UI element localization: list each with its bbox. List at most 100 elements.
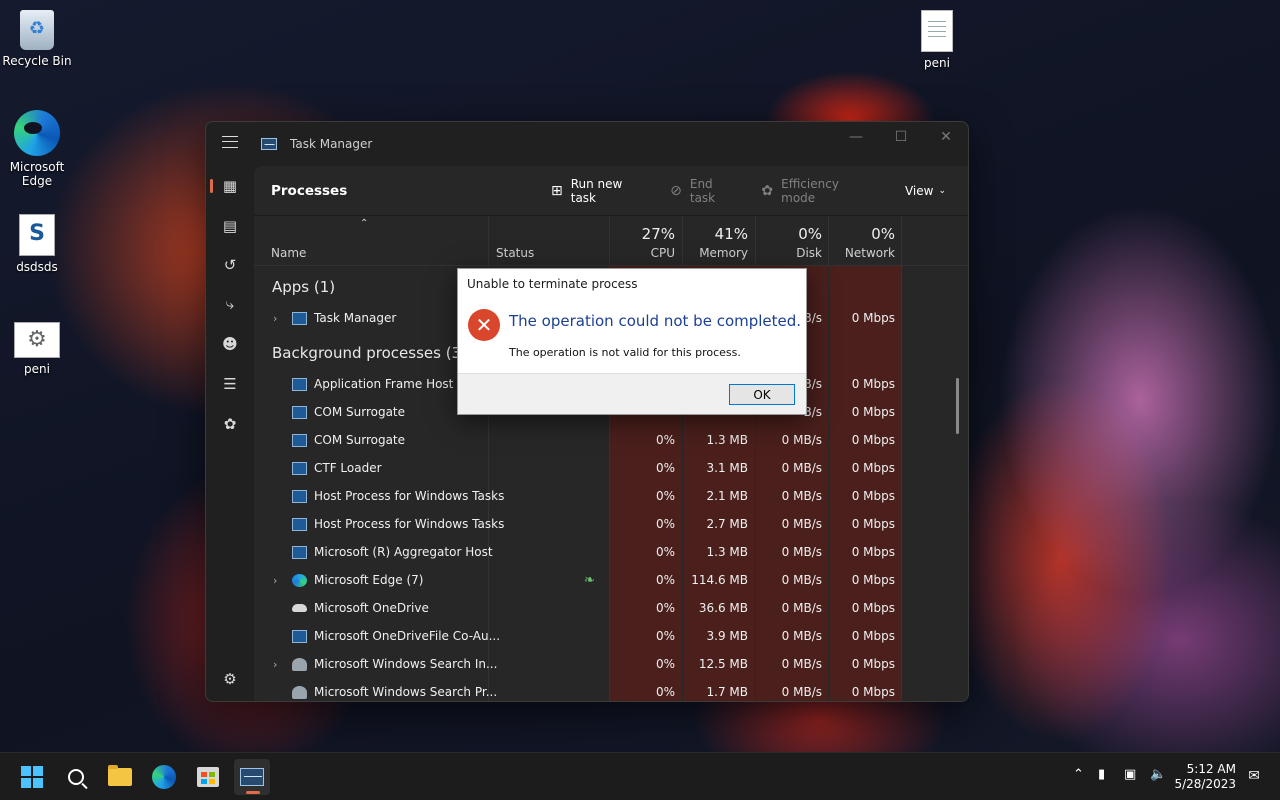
dialog-message: The operation is not valid for this proc…	[509, 346, 741, 359]
run-new-task-label: Run new task	[570, 176, 623, 205]
sort-arrow-icon: ⌃	[360, 218, 369, 229]
ok-button[interactable]: OK	[729, 384, 795, 405]
tray-app-icon[interactable]: ▮	[1098, 767, 1105, 782]
cpu-cell: 0%	[655, 545, 675, 559]
notification-icon[interactable]: ✉	[1248, 768, 1260, 784]
process-icon	[292, 489, 307, 503]
view-menu-button[interactable]: View ⌄	[905, 184, 946, 198]
network-icon[interactable]: ▣	[1124, 767, 1136, 782]
process-name: CTF Loader	[314, 461, 382, 475]
disk-total-percent: 0%	[798, 225, 822, 243]
minimize-button[interactable]: —	[833, 122, 879, 152]
column-header-network[interactable]: Network	[845, 246, 895, 260]
close-button[interactable]: ✕	[923, 122, 968, 152]
end-task-button[interactable]: ⊘ End task	[670, 177, 739, 205]
group-header-background: Background processes (30)	[272, 344, 477, 362]
table-row[interactable]: Host Process for Windows Tasks 0% 2.1 MB 0 …	[254, 482, 968, 510]
task-manager-icon	[261, 138, 277, 150]
column-header-status[interactable]: Status	[496, 246, 534, 260]
file-explorer-button[interactable]	[102, 759, 138, 795]
nav-details-icon[interactable]: ☰	[214, 368, 246, 400]
clock-date: 5/28/2023	[1174, 777, 1236, 791]
cpu-cell: 0%	[655, 573, 675, 587]
column-header-memory[interactable]: Memory	[699, 246, 748, 260]
cpu-cell: 0%	[655, 461, 675, 475]
nav-startup-apps-icon[interactable]: ⤷	[214, 288, 246, 320]
process-name: COM Surrogate	[314, 433, 406, 447]
process-name: Microsoft OneDrive	[314, 601, 429, 615]
desktop-icon-peni-config[interactable]: peni	[0, 322, 74, 376]
column-header-disk[interactable]: Disk	[796, 246, 822, 260]
table-row[interactable]: Host Process for Windows Tasks 0% 2.7 MB 0 …	[254, 510, 968, 538]
table-row[interactable]: Microsoft OneDriveFile Co-Au... 0% 3.9 MB 0…	[254, 622, 968, 650]
process-name: Application Frame Host	[314, 377, 454, 391]
run-new-task-button[interactable]: ⊞ Run new task	[551, 177, 648, 205]
nav-users-icon[interactable]: ☻	[214, 328, 246, 360]
chevron-up-icon[interactable]: ⌃	[1073, 767, 1084, 782]
edge-button[interactable]	[146, 759, 182, 795]
process-name: Microsoft Edge (7)	[314, 573, 424, 587]
column-divider	[609, 216, 610, 266]
process-name: Microsoft OneDriveFile Co-Au...	[314, 629, 501, 643]
table-row[interactable]: Microsoft OneDrive 0% 36.6 MB 0 MB/s 0 Mbps	[254, 594, 968, 622]
desktop-icon-recycle-bin[interactable]: Recycle Bin	[0, 10, 74, 68]
table-row[interactable]: Microsoft Windows Search Pr... 0% 1.7 MB 0 …	[254, 678, 968, 701]
table-row[interactable]: › Microsoft Windows Search In... 0% 12.5 MB…	[254, 650, 968, 678]
cpu-cell: 0%	[655, 601, 675, 615]
column-header-name[interactable]: Name	[271, 246, 306, 260]
nav-app-history-icon[interactable]: ↺	[214, 249, 246, 281]
store-button[interactable]	[190, 759, 226, 795]
run-task-icon: ⊞	[551, 182, 563, 199]
recycle-bin-icon	[20, 10, 54, 50]
memory-cell: 1.3 MB	[706, 433, 748, 447]
table-row[interactable]: COM Surrogate 0% 1.3 MB 0 MB/s 0 Mbps	[254, 426, 968, 454]
windows-logo-icon	[21, 766, 43, 788]
hamburger-menu-icon[interactable]	[222, 136, 238, 148]
nav-performance-icon[interactable]: ▤	[214, 210, 246, 242]
table-row[interactable]: Microsoft (R) Aggregator Host 0% 1.3 MB 0 M…	[254, 538, 968, 566]
network-cell: 0 Mbps	[851, 629, 895, 643]
disk-cell: 0 MB/s	[781, 573, 822, 587]
nav-processes-icon[interactable]: ▦	[210, 170, 246, 202]
volume-muted-icon[interactable]: 🔈	[1150, 767, 1166, 782]
desktop-icon-microsoft-edge[interactable]: Microsoft Edge	[0, 110, 74, 188]
chevron-right-icon[interactable]: ›	[273, 312, 277, 325]
clock[interactable]: 5:12 AM 5/28/2023	[1174, 762, 1236, 792]
desktop-icon-label: peni	[924, 56, 950, 70]
disk-cell: 0 MB/s	[781, 461, 822, 475]
network-cell: 0 Mbps	[851, 517, 895, 531]
desktop-icon-label: dsdsds	[16, 260, 58, 274]
column-header-cpu[interactable]: CPU	[651, 246, 675, 260]
memory-cell: 114.6 MB	[691, 573, 748, 587]
maximize-button[interactable]: ☐	[878, 122, 924, 152]
start-button[interactable]	[14, 759, 50, 795]
nav-services-icon[interactable]: ✿	[214, 408, 246, 440]
network-cell: 0 Mbps	[851, 433, 895, 447]
error-icon: ✕	[468, 309, 500, 341]
efficiency-mode-button[interactable]: ✿ Efficiency mode	[761, 177, 873, 205]
search-button[interactable]	[58, 759, 94, 795]
nav-settings-icon[interactable]: ⚙	[214, 663, 246, 695]
desktop-icon-peni-text[interactable]: peni	[900, 10, 974, 70]
process-icon	[292, 545, 307, 559]
scrollbar[interactable]	[956, 378, 959, 434]
process-icon	[292, 629, 307, 643]
table-row[interactable]: CTF Loader 0% 3.1 MB 0 MB/s 0 Mbps	[254, 454, 968, 482]
memory-cell: 1.3 MB	[706, 545, 748, 559]
leaf-icon: ✿	[761, 182, 774, 199]
memory-cell: 2.1 MB	[706, 489, 748, 503]
desktop-icon-dsdsds[interactable]: dsdsds	[0, 214, 74, 274]
dialog-main-instruction: The operation could not be completed.	[509, 312, 802, 330]
edge-icon	[152, 765, 176, 789]
process-icon	[292, 433, 307, 447]
cpu-cell: 0%	[655, 489, 675, 503]
chevron-right-icon[interactable]: ›	[273, 574, 277, 587]
table-row[interactable]: › Microsoft Edge (7) 0% 114.6 MB 0 MB/s 0 Mbp…	[254, 566, 968, 594]
search-icon	[68, 769, 84, 785]
process-name: Host Process for Windows Tasks	[314, 489, 505, 503]
task-manager-taskbar-button[interactable]	[234, 759, 270, 795]
chevron-right-icon[interactable]: ›	[273, 658, 277, 671]
network-cell: 0 Mbps	[851, 461, 895, 475]
disk-cell: 0 MB/s	[781, 657, 822, 671]
chevron-down-icon: ⌄	[938, 185, 946, 196]
